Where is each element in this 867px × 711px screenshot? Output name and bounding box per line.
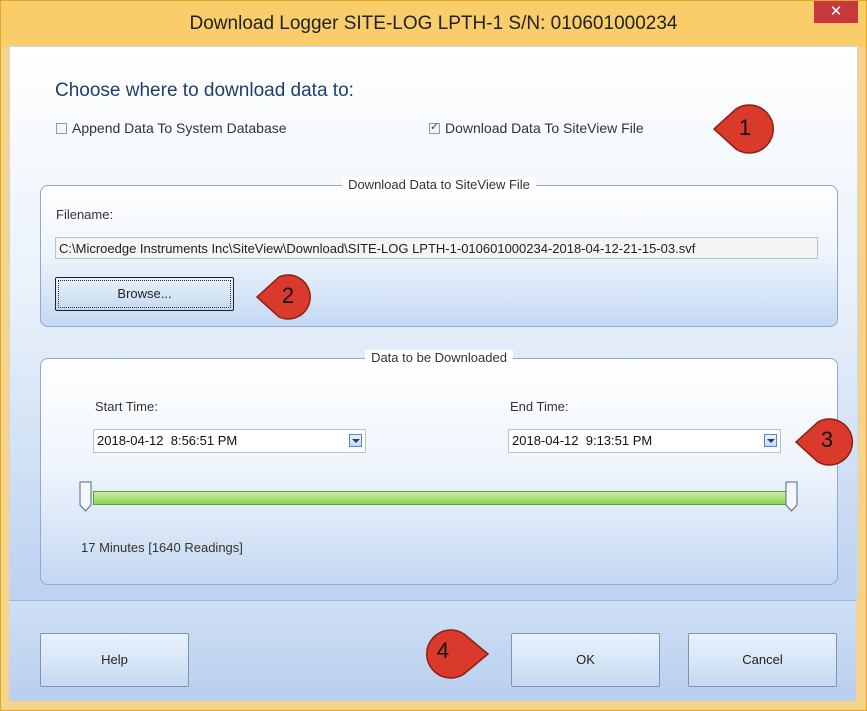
end-time-dropdown-icon[interactable] (764, 434, 777, 447)
filename-label: Filename: (56, 207, 114, 222)
callout-number-1: 1 (738, 115, 752, 140)
start-time-picker[interactable]: 2018-04-12 8:56:51 PM (93, 429, 366, 453)
append-db-checkbox-box[interactable] (56, 122, 67, 134)
range-end-handle[interactable] (785, 481, 798, 512)
start-time-label: Start Time: (95, 399, 158, 414)
download-file-checkbox[interactable]: Download Data To SiteView File (429, 120, 644, 136)
data-range-group-legend: Data to be Downloaded (41, 350, 837, 365)
callout-number-2: 2 (281, 283, 295, 308)
download-file-label: Download Data To SiteView File (445, 120, 644, 136)
end-time-picker[interactable]: 2018-04-12 9:13:51 PM (508, 429, 781, 453)
range-summary: 17 Minutes [1640 Readings] (81, 540, 243, 555)
download-file-checkbox-box[interactable] (429, 120, 440, 134)
title-bar[interactable]: Download Logger SITE-LOG LPTH-1 S/N: 010… (1, 1, 866, 47)
start-time-value: 2018-04-12 8:56:51 PM (97, 433, 238, 448)
append-db-label: Append Data To System Database (72, 120, 287, 136)
start-time-dropdown-icon[interactable] (349, 434, 362, 447)
end-time-value: 2018-04-12 9:13:51 PM (512, 433, 653, 448)
filename-field[interactable]: C:\Microedge Instruments Inc\SiteView\Do… (55, 237, 818, 259)
end-time-label: End Time: (510, 399, 569, 414)
window-title: Download Logger SITE-LOG LPTH-1 S/N: 010… (189, 13, 678, 34)
append-db-checkbox[interactable]: Append Data To System Database (56, 120, 287, 136)
callout-number-3: 3 (820, 427, 834, 452)
range-start-handle[interactable] (79, 481, 92, 512)
cancel-button[interactable]: Cancel (688, 633, 837, 687)
time-range-track[interactable] (93, 491, 790, 505)
browse-button[interactable]: Browse... (55, 277, 234, 311)
ok-button[interactable]: OK (511, 633, 660, 687)
file-group-legend: Download Data to SiteView File (41, 177, 837, 192)
callout-number-4: 4 (436, 638, 450, 663)
close-button[interactable]: ✕ (814, 1, 858, 23)
destination-heading: Choose where to download data to: (55, 80, 354, 101)
help-button[interactable]: Help (40, 633, 189, 687)
